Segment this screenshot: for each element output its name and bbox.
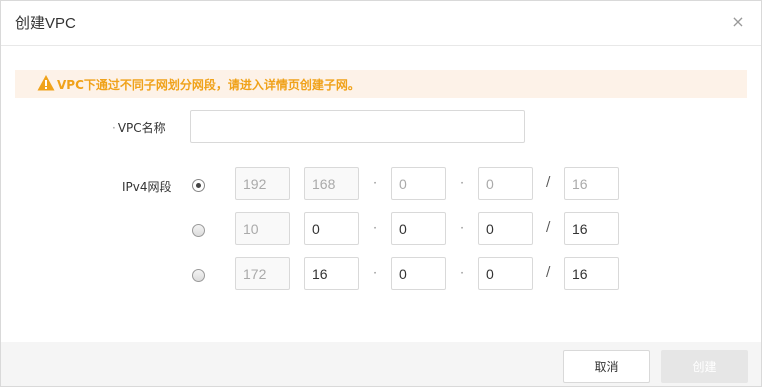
cancel-button[interactable]: 取消 <box>563 350 650 383</box>
vpc-name-label: · VPC名称 <box>112 119 166 136</box>
octet-separator: · <box>460 176 464 190</box>
cidr-1-octet-2[interactable] <box>304 167 359 200</box>
cidr-option-radio-2[interactable] <box>192 224 205 237</box>
close-icon[interactable]: × <box>729 13 747 31</box>
octet-separator: · <box>373 221 377 235</box>
cidr-3-octet-2[interactable] <box>304 257 359 290</box>
cidr-2-octet-4[interactable] <box>478 212 533 245</box>
cidr-3-octet-4[interactable] <box>478 257 533 290</box>
create-vpc-dialog: 创建VPC × VPC下通过不同子网划分网段，请进入详情页创建子网。 · VPC名… <box>0 0 762 387</box>
vpc-name-label-text: VPC名称 <box>117 121 166 135</box>
warning-banner: VPC下通过不同子网划分网段，请进入详情页创建子网。 <box>15 70 747 98</box>
warning-text: VPC下通过不同子网划分网段，请进入详情页创建子网。 <box>57 77 360 92</box>
dialog-header: 创建VPC × <box>1 1 761 46</box>
vpc-name-input[interactable] <box>190 110 525 143</box>
create-button[interactable]: 创建 <box>661 350 748 383</box>
prefix-separator: / <box>546 265 551 280</box>
cidr-2-prefix[interactable] <box>564 212 619 245</box>
octet-separator: · <box>373 266 377 280</box>
cidr-2-octet-2[interactable] <box>304 212 359 245</box>
cidr-1-octet-1[interactable] <box>235 167 290 200</box>
cidr-2-octet-3[interactable] <box>391 212 446 245</box>
prefix-separator: / <box>546 220 551 235</box>
prefix-separator: / <box>546 175 551 190</box>
octet-separator: · <box>460 266 464 280</box>
cidr-3-octet-1[interactable] <box>235 257 290 290</box>
required-dot: · <box>112 121 116 135</box>
cidr-2-octet-1[interactable] <box>235 212 290 245</box>
cidr-1-prefix[interactable] <box>564 167 619 200</box>
octet-separator: · <box>373 176 377 190</box>
cidr-1-octet-3[interactable] <box>391 167 446 200</box>
cidr-3-octet-3[interactable] <box>391 257 446 290</box>
cidr-1-octet-4[interactable] <box>478 167 533 200</box>
octet-separator: · <box>460 221 464 235</box>
ipv4-label: IPv4网段 <box>122 180 172 194</box>
cidr-option-radio-1[interactable] <box>192 179 205 192</box>
cidr-option-radio-3[interactable] <box>192 269 205 282</box>
dialog-title: 创建VPC <box>15 15 76 32</box>
warning-icon <box>37 75 55 91</box>
cidr-3-prefix[interactable] <box>564 257 619 290</box>
